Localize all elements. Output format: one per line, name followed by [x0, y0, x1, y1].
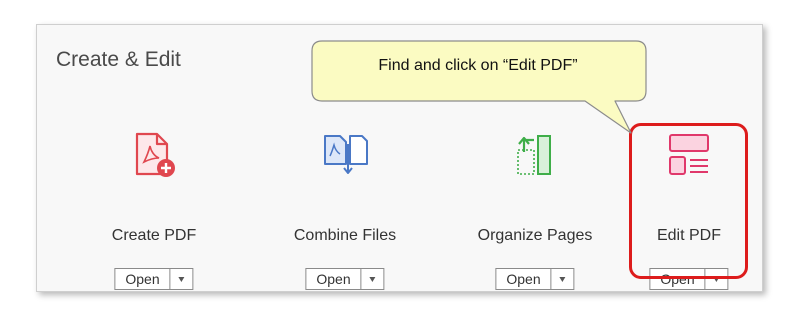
callout-balloon: [311, 40, 647, 134]
callout-text: Find and click on “Edit PDF”: [378, 57, 578, 74]
